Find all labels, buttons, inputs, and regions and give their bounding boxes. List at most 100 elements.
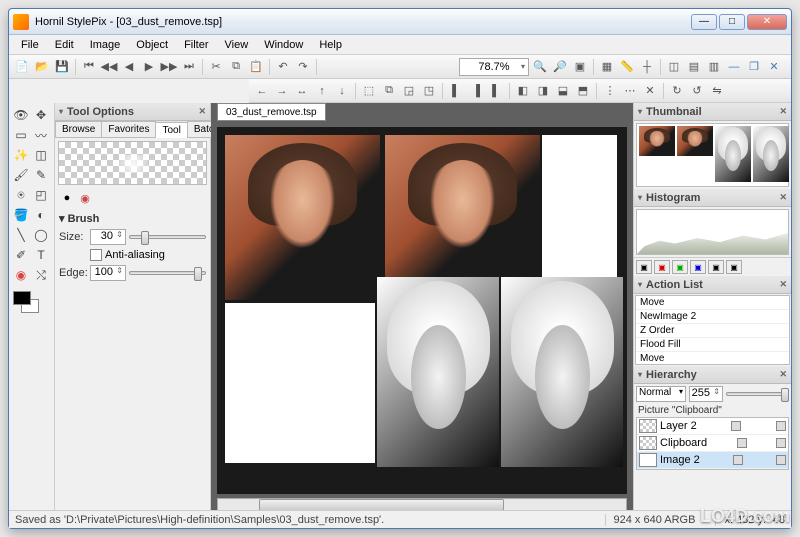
rotate-a-icon[interactable]: ↻ bbox=[668, 82, 686, 100]
action-item[interactable]: Move bbox=[636, 296, 789, 310]
brush-preset-1-icon[interactable]: ● bbox=[59, 190, 75, 206]
size-input[interactable]: 30 bbox=[90, 229, 126, 245]
rotate-left-icon[interactable]: ↶ bbox=[274, 58, 292, 76]
arrow-left-icon[interactable]: ← bbox=[253, 82, 271, 100]
layer-add-icon[interactable]: ⬚ bbox=[360, 82, 378, 100]
brush-tool-icon[interactable]: 🖌 bbox=[11, 165, 31, 185]
blend-mode-select[interactable]: Normal bbox=[636, 386, 686, 402]
arrange-1-icon[interactable]: ◧ bbox=[514, 82, 532, 100]
antialias-checkbox[interactable] bbox=[90, 249, 102, 261]
canvas[interactable] bbox=[217, 127, 627, 494]
menu-file[interactable]: File bbox=[13, 37, 47, 53]
flip-h-icon[interactable]: ⇋ bbox=[708, 82, 726, 100]
menu-help[interactable]: Help bbox=[311, 37, 350, 53]
actionlist-header[interactable]: ▾Action List✕ bbox=[634, 276, 791, 294]
panel-close-icon[interactable]: ✕ bbox=[779, 279, 787, 290]
canvas-image-3[interactable] bbox=[377, 277, 499, 467]
layer-vis-checkbox[interactable] bbox=[733, 455, 743, 465]
channel-b-icon[interactable]: ▣ bbox=[690, 260, 706, 274]
canvas-white-1[interactable] bbox=[542, 135, 617, 300]
channel-a-icon[interactable]: ▣ bbox=[726, 260, 742, 274]
cross-icon[interactable]: ✕ bbox=[641, 82, 659, 100]
text-tool-icon[interactable]: T bbox=[31, 245, 51, 265]
save-icon[interactable]: 💾 bbox=[53, 58, 71, 76]
mdi-restore-icon[interactable]: ❐ bbox=[745, 58, 763, 76]
rotate-b-icon[interactable]: ↺ bbox=[688, 82, 706, 100]
edge-slider[interactable] bbox=[129, 271, 206, 275]
layer-vis-checkbox[interactable] bbox=[731, 421, 741, 431]
wand-tool-icon[interactable]: ✨ bbox=[11, 145, 31, 165]
color-wheel-icon[interactable]: ◉ bbox=[11, 265, 31, 285]
hierarchy-header[interactable]: ▾Hierarchy✕ bbox=[634, 366, 791, 384]
guides-icon[interactable]: ┼ bbox=[638, 58, 656, 76]
edge-input[interactable]: 100 bbox=[90, 265, 126, 281]
tab-browse[interactable]: Browse bbox=[55, 121, 102, 137]
thumbnail-view[interactable] bbox=[636, 123, 789, 187]
crop-tool-icon[interactable]: ◫ bbox=[31, 145, 51, 165]
fill-tool-icon[interactable]: 🪣 bbox=[11, 205, 31, 225]
layer-lock-checkbox[interactable] bbox=[776, 455, 786, 465]
swap-colors-icon[interactable]: ⤭ bbox=[31, 265, 51, 285]
open-icon[interactable]: 📂 bbox=[33, 58, 51, 76]
size-slider[interactable] bbox=[129, 235, 206, 239]
opacity-slider[interactable] bbox=[726, 392, 789, 396]
canvas-image-4[interactable] bbox=[501, 277, 623, 467]
opacity-input[interactable]: 255 bbox=[689, 386, 723, 402]
shape-tool-icon[interactable]: ◯ bbox=[31, 225, 51, 245]
panel-close-icon[interactable]: ✕ bbox=[779, 369, 787, 380]
zoom-in-icon[interactable]: 🔍 bbox=[531, 58, 549, 76]
history-fwd-icon[interactable]: ⏭ bbox=[180, 58, 198, 76]
distribute-h-icon[interactable]: ⋮ bbox=[601, 82, 619, 100]
canvas-white-2[interactable] bbox=[225, 303, 375, 463]
tab-tool[interactable]: Tool bbox=[155, 122, 187, 138]
new-icon[interactable]: 📄 bbox=[13, 58, 31, 76]
zoom-fit-icon[interactable]: ▣ bbox=[571, 58, 589, 76]
brush-preset-2-icon[interactable]: ◉ bbox=[77, 190, 93, 206]
layer-b-icon[interactable]: ◳ bbox=[420, 82, 438, 100]
channel-g-icon[interactable]: ▣ bbox=[672, 260, 688, 274]
action-item[interactable]: Z Order bbox=[636, 324, 789, 338]
foreground-color[interactable] bbox=[13, 291, 31, 305]
action-item[interactable]: Flood Fill bbox=[636, 338, 789, 352]
menu-view[interactable]: View bbox=[217, 37, 257, 53]
panels-icon[interactable]: ◫ bbox=[665, 58, 683, 76]
menu-window[interactable]: Window bbox=[256, 37, 311, 53]
layer-lock-checkbox[interactable] bbox=[776, 421, 786, 431]
action-item[interactable]: Move bbox=[636, 352, 789, 365]
layer-row[interactable]: Image 2 bbox=[637, 452, 788, 469]
step-fwd-icon[interactable]: ▶ bbox=[140, 58, 158, 76]
align-center-icon[interactable]: ▐ bbox=[467, 82, 485, 100]
eye-tool-icon[interactable]: 👁 bbox=[11, 105, 31, 125]
titlebar[interactable]: Hornil StylePix - [03_dust_remove.tsp] —… bbox=[9, 9, 791, 35]
layer-dup-icon[interactable]: ⧉ bbox=[380, 82, 398, 100]
lasso-tool-icon[interactable]: 〰 bbox=[31, 125, 51, 145]
arrange-2-icon[interactable]: ◨ bbox=[534, 82, 552, 100]
redo-icon[interactable]: ▶▶ bbox=[160, 58, 178, 76]
arrow-up-icon[interactable]: ↑ bbox=[313, 82, 331, 100]
arrow-right-icon[interactable]: → bbox=[273, 82, 291, 100]
panel-close-icon[interactable]: ✕ bbox=[198, 106, 206, 117]
maximize-button[interactable]: □ bbox=[719, 14, 745, 30]
copy-icon[interactable]: ⧉ bbox=[227, 58, 245, 76]
layer-a-icon[interactable]: ◲ bbox=[400, 82, 418, 100]
panel-close-icon[interactable]: ✕ bbox=[779, 192, 787, 203]
align-left-icon[interactable]: ▌ bbox=[447, 82, 465, 100]
collapse-icon[interactable]: ▾ bbox=[59, 107, 63, 116]
thumbnail-header[interactable]: ▾Thumbnail✕ bbox=[634, 103, 791, 121]
menu-filter[interactable]: Filter bbox=[176, 37, 216, 53]
layer-lock-checkbox[interactable] bbox=[776, 438, 786, 448]
canvas-image-2[interactable] bbox=[385, 135, 540, 300]
menu-object[interactable]: Object bbox=[128, 37, 176, 53]
channel-l-icon[interactable]: ▣ bbox=[708, 260, 724, 274]
channel-rgb-icon[interactable]: ▣ bbox=[636, 260, 652, 274]
grid-icon[interactable]: ▦ bbox=[598, 58, 616, 76]
menu-image[interactable]: Image bbox=[82, 37, 129, 53]
histogram-header[interactable]: ▾Histogram✕ bbox=[634, 189, 791, 207]
ruler-icon[interactable]: 📏 bbox=[618, 58, 636, 76]
gradient-tool-icon[interactable]: ◐ bbox=[31, 205, 51, 225]
channel-r-icon[interactable]: ▣ bbox=[654, 260, 670, 274]
paste-icon[interactable]: 📋 bbox=[247, 58, 265, 76]
distribute-v-icon[interactable]: ⋯ bbox=[621, 82, 639, 100]
action-item[interactable]: NewImage 2 bbox=[636, 310, 789, 324]
close-button[interactable]: ✕ bbox=[747, 14, 787, 30]
